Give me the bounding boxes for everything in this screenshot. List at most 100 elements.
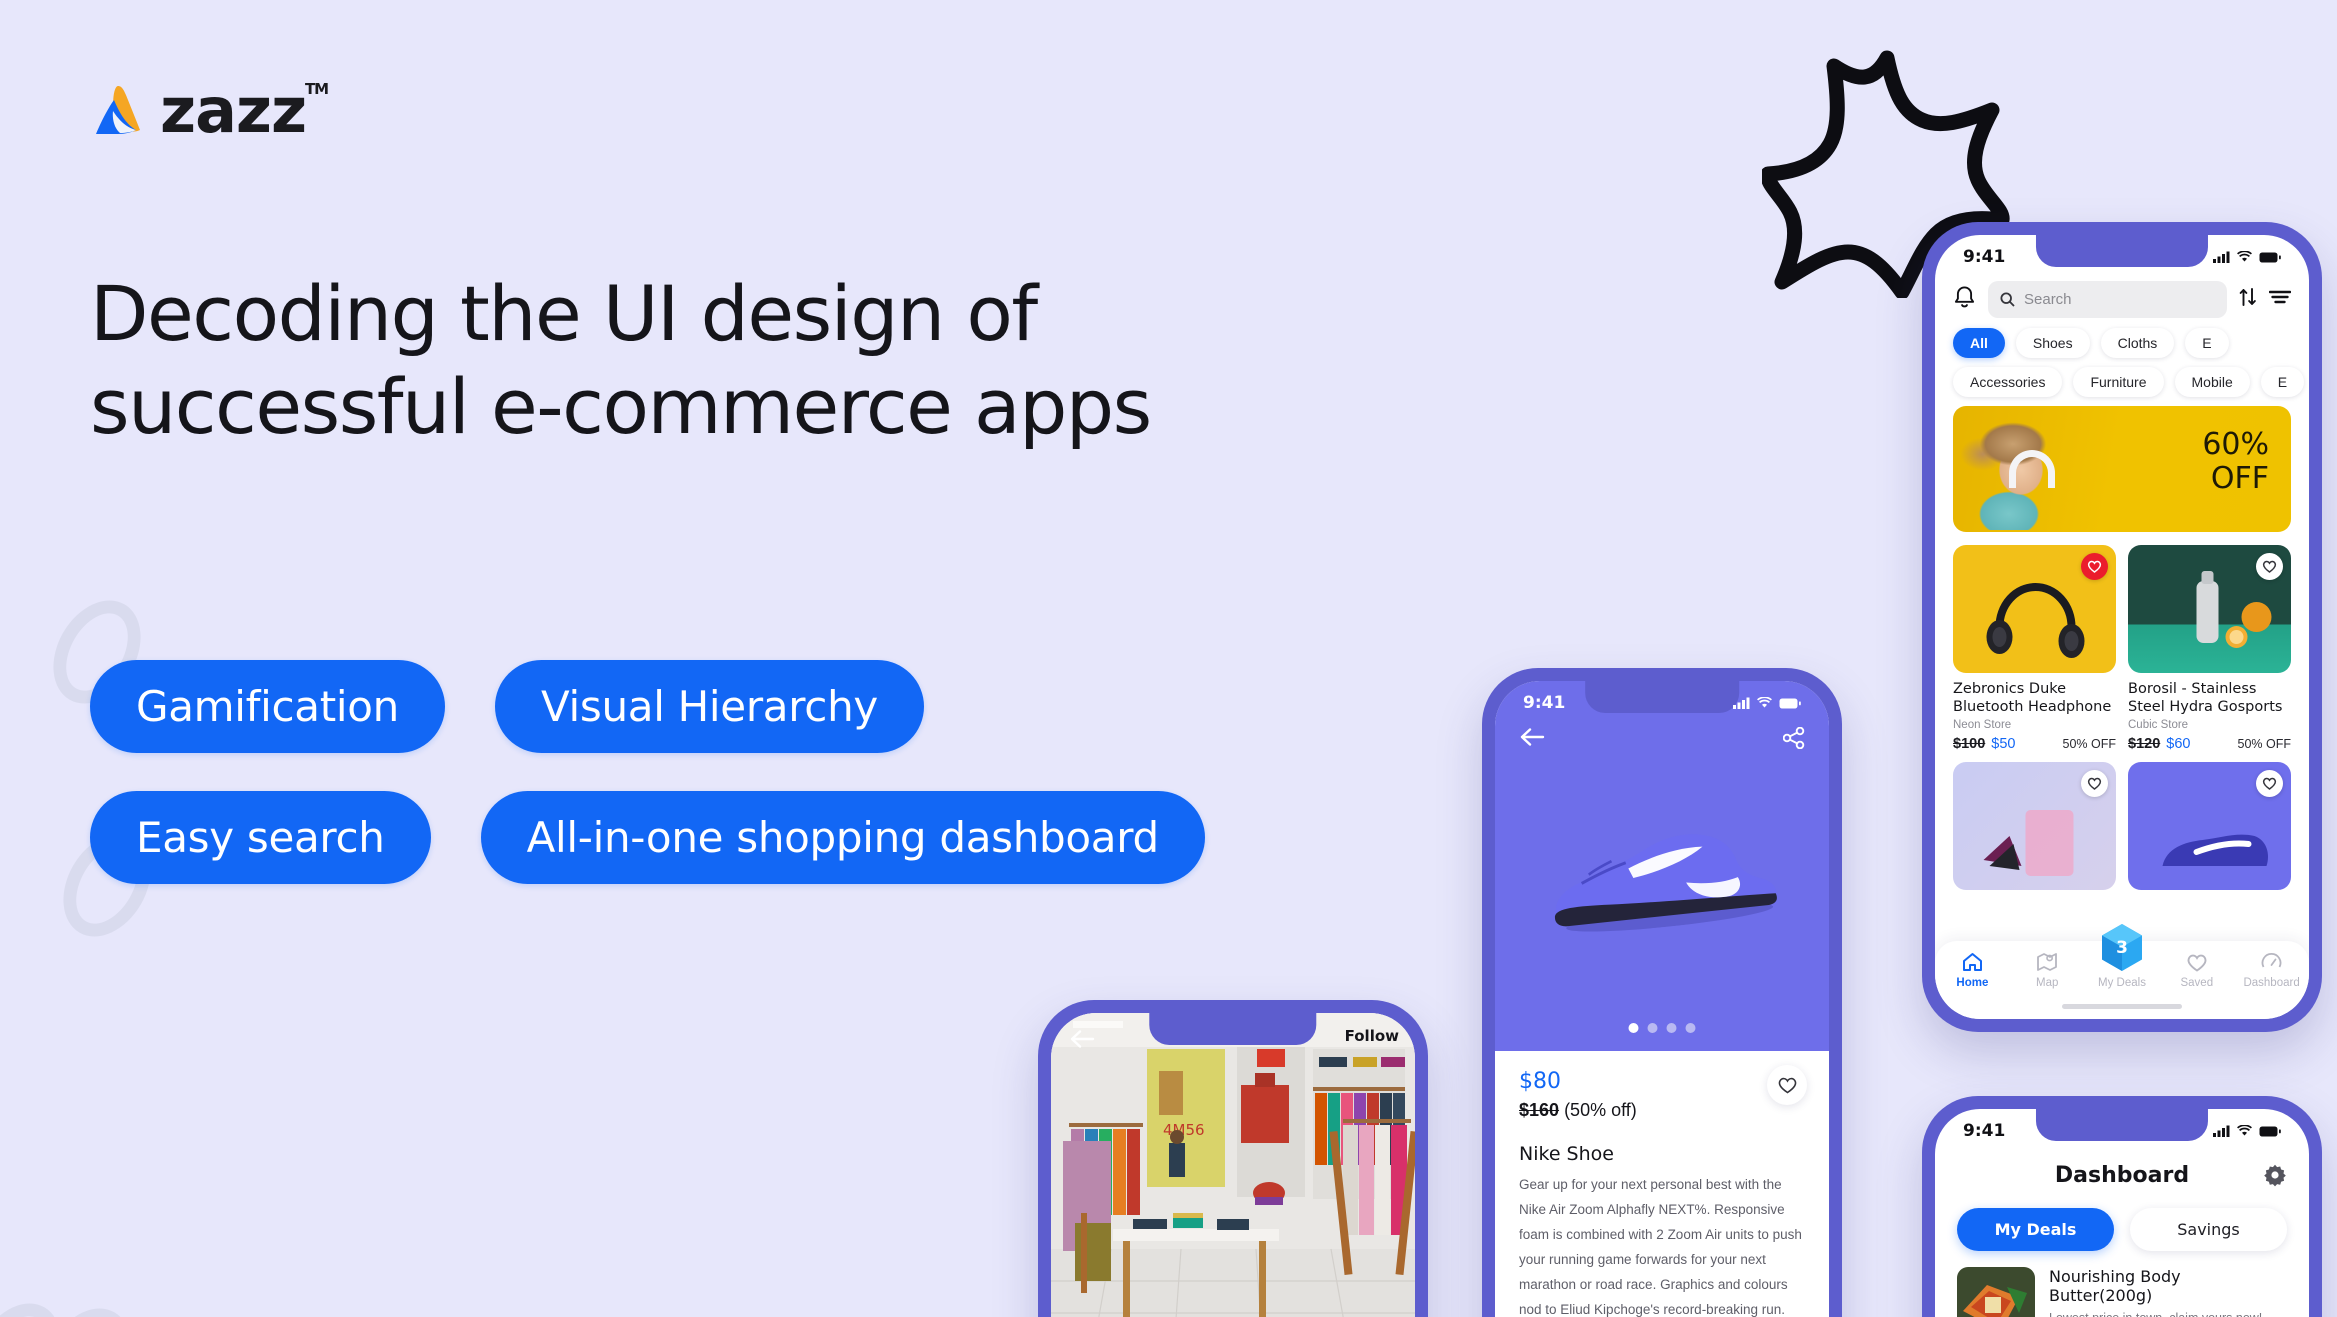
nav-label: My Deals	[2098, 977, 2146, 989]
battery-icon	[2259, 1126, 2281, 1136]
trademark-symbol: TM	[304, 80, 329, 98]
headline-line-1: Decoding the UI design of	[90, 269, 1038, 358]
nike-shoe-image	[1554, 834, 1777, 932]
battery-icon	[1779, 698, 1801, 708]
notification-bell-icon[interactable]	[1953, 285, 1976, 315]
phone-mockup-store: 4M56 Follow	[1038, 1000, 1428, 1317]
status-bar: 9:41	[1935, 235, 2309, 271]
brand-wordmark: zazz TM	[160, 74, 329, 147]
pill-all-in-one-dashboard[interactable]: All-in-one shopping dashboard	[480, 791, 1205, 884]
category-chip-list: All Shoes Cloths E Accessories Furniture…	[1935, 326, 2309, 397]
chip-mobile[interactable]: Mobile	[2174, 367, 2250, 397]
nav-item-home[interactable]: Home	[1935, 951, 2010, 989]
back-button[interactable]	[1519, 727, 1545, 754]
product-title: Zebronics Duke Bluetooth Headphone	[1953, 681, 2112, 715]
dashboard-list-item[interactable]: Nourishing Body Butter(200g) Lowest pric…	[1935, 1251, 2309, 1317]
home-icon	[1935, 951, 2010, 973]
product-new-price: $60	[2166, 736, 2191, 753]
product-title: Borosil - Stainless Steel Hydra Gosports	[2128, 681, 2283, 715]
chip-accessories[interactable]: Accessories	[1953, 367, 2063, 397]
carousel-dot[interactable]	[1666, 1023, 1677, 1033]
phone-mockup-home: 9:41 Search All Shoes Cloths E Accessori…	[1922, 222, 2322, 1032]
product-old-price: $160	[1519, 1100, 1560, 1120]
brand-logo[interactable]: zazz TM	[88, 74, 329, 147]
pill-easy-search[interactable]: Easy search	[90, 791, 431, 884]
dashboard-screen: 9:41 Dashboard My Deals Savings Nourishi…	[1935, 1109, 2309, 1317]
nav-label: Saved	[2180, 977, 2214, 989]
product-card[interactable]	[2128, 762, 2291, 891]
item-subtitle: Lowest price in town, claim yours now! B…	[2049, 1311, 2287, 1317]
product-grid: Zebronics Duke Bluetooth Headphone Neon …	[1935, 532, 2309, 752]
nav-label: Home	[1956, 977, 1989, 989]
home-top-bar: Search	[1935, 271, 2309, 326]
map-icon	[2010, 951, 2085, 973]
chip-cloths[interactable]: Cloths	[2100, 328, 2175, 358]
chip-electronics-partial[interactable]: E	[2185, 328, 2229, 358]
tab-my-deals[interactable]: My Deals	[1957, 1208, 2114, 1251]
favorite-button[interactable]	[2081, 553, 2108, 580]
product-detail-screen: 9:41 $80 $160 (50% off) Nike Shoe Gear u…	[1495, 681, 1829, 1317]
product-discount: 50% OFF	[2062, 737, 2117, 752]
category-chip-row: Accessories Furniture Mobile E	[1953, 367, 2309, 397]
carousel-dots	[1628, 1023, 1696, 1033]
signal-icon	[1733, 697, 1750, 709]
detail-action-bar	[1495, 717, 1829, 754]
status-bar: 9:41	[1935, 1109, 2309, 1145]
status-bar: 9:41	[1495, 681, 1829, 717]
pill-gamification[interactable]: Gamification	[90, 660, 446, 753]
chip-all[interactable]: All	[1953, 328, 2005, 358]
sort-icon[interactable]	[2239, 287, 2257, 312]
gear-icon[interactable]	[2263, 1163, 2287, 1192]
chip-shoes[interactable]: Shoes	[2015, 328, 2090, 358]
favorite-button[interactable]	[2256, 553, 2283, 580]
feature-pill-row: Easy search All-in-one shopping dashboar…	[90, 791, 1205, 884]
search-input[interactable]: Search	[1988, 281, 2227, 318]
nav-item-dashboard[interactable]: Dashboard	[2234, 951, 2309, 989]
follow-button[interactable]: Follow	[1345, 1027, 1399, 1045]
product-new-price: $50	[1991, 736, 2016, 753]
heart-icon	[2159, 951, 2234, 973]
product-store: Cubic Store	[2128, 719, 2189, 732]
favorite-button[interactable]	[1767, 1065, 1807, 1105]
product-image	[2128, 545, 2291, 673]
item-info: Nourishing Body Butter(200g) Lowest pric…	[2049, 1267, 2287, 1317]
home-indicator	[2062, 1004, 2182, 1009]
product-card[interactable]: Borosil - Stainless Steel Hydra Gosports…	[2128, 545, 2291, 752]
pill-visual-hierarchy[interactable]: Visual Hierarchy	[495, 660, 924, 753]
product-grid-row-2	[1935, 752, 2309, 891]
chip-furniture[interactable]: Furniture	[2073, 367, 2164, 397]
status-indicators	[2213, 251, 2281, 263]
promo-banner[interactable]: 60% OFF	[1953, 406, 2291, 532]
category-chip-row: All Shoes Cloths E	[1953, 328, 2309, 358]
status-time: 9:41	[1963, 247, 2006, 267]
heart-icon	[2087, 560, 2102, 573]
phone-mockup-product-detail: 9:41 $80 $160 (50% off) Nike Shoe Gear u…	[1482, 668, 1842, 1317]
product-card[interactable]	[1953, 762, 2116, 891]
nav-item-map[interactable]: Map	[2010, 951, 2085, 989]
product-card[interactable]: Zebronics Duke Bluetooth Headphone Neon …	[1953, 545, 2116, 752]
filter-icon[interactable]	[2268, 289, 2292, 310]
gauge-icon	[2234, 951, 2309, 973]
dashboard-title: Dashboard	[2054, 1163, 2190, 1188]
search-icon	[2000, 292, 2015, 307]
signal-icon	[2213, 1125, 2230, 1137]
share-icon[interactable]	[1782, 726, 1805, 754]
headline-line-2: successful e-commerce apps	[90, 361, 1152, 451]
heart-icon	[2087, 778, 2102, 791]
page-title: Decoding the UI design of successful e-c…	[90, 268, 1152, 453]
chip-electronics-partial-2[interactable]: E	[2260, 367, 2305, 397]
nav-item-saved[interactable]: Saved	[2159, 951, 2234, 989]
carousel-dot[interactable]	[1628, 1023, 1639, 1033]
search-placeholder: Search	[2024, 291, 2072, 308]
product-image	[1953, 545, 2116, 673]
zazz-logo-icon	[88, 80, 150, 142]
carousel-dot[interactable]	[1685, 1023, 1696, 1033]
product-price: $80	[1519, 1069, 1561, 1094]
back-button[interactable]	[1069, 1029, 1095, 1054]
feature-pill-group: Gamification Visual Hierarchy Easy searc…	[90, 660, 1205, 922]
banner-discount-value: 60%	[2202, 427, 2269, 462]
tab-savings[interactable]: Savings	[2130, 1208, 2287, 1251]
deals-badge[interactable]: 3	[2100, 923, 2144, 973]
product-description: Gear up for your next personal best with…	[1519, 1177, 1802, 1317]
carousel-dot[interactable]	[1647, 1023, 1658, 1033]
